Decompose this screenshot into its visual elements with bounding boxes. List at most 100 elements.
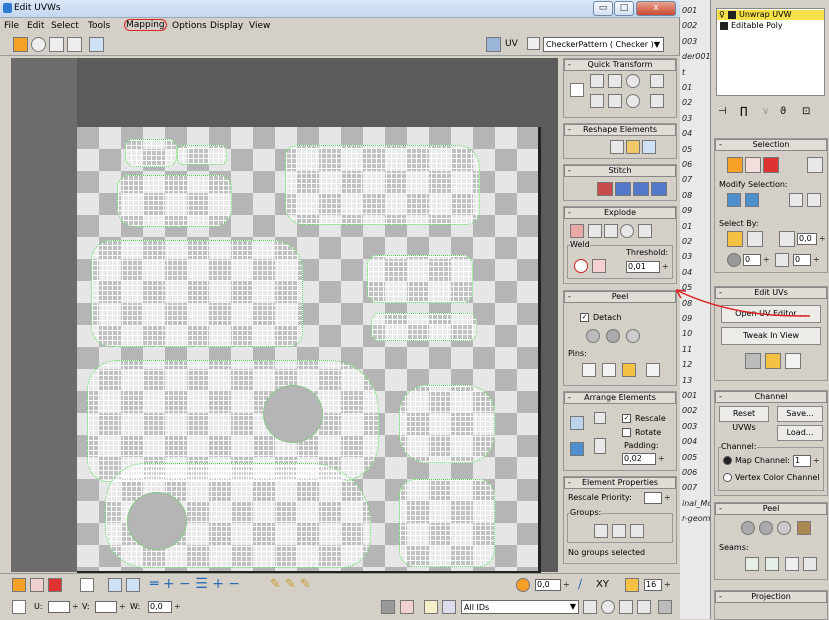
- arrange-elements-header[interactable]: - Arrange Elements: [564, 392, 676, 404]
- freeform-icon[interactable]: [67, 37, 82, 52]
- w-input[interactable]: 0,0: [148, 601, 172, 613]
- scene-list-item[interactable]: 06: [682, 160, 692, 169]
- edge-mode-icon[interactable]: [30, 578, 44, 592]
- spinner-arrows-icon[interactable]: ÷: [174, 602, 181, 611]
- element-mode-icon[interactable]: [80, 578, 94, 592]
- texture-list-icon[interactable]: [527, 37, 540, 50]
- uv-island[interactable]: [117, 175, 232, 227]
- uv-texture-square[interactable]: [77, 127, 541, 573]
- scene-list-item[interactable]: der001: [682, 52, 711, 61]
- select-pins-icon[interactable]: [646, 363, 660, 377]
- smoothing-input[interactable]: 0: [743, 254, 761, 266]
- uv-island[interactable]: [125, 139, 177, 167]
- element-select-icon[interactable]: [807, 157, 823, 173]
- uv-island[interactable]: [367, 255, 473, 303]
- quick-transform-header[interactable]: - Quick Transform: [564, 59, 676, 71]
- spinner-arrows-icon[interactable]: ÷: [763, 255, 770, 264]
- display-quick-planar-icon[interactable]: [785, 353, 801, 369]
- scene-list-item[interactable]: 08: [682, 191, 692, 200]
- planar-angle-icon[interactable]: [779, 231, 795, 247]
- loop-icon[interactable]: [807, 193, 821, 207]
- shrink-selection-icon[interactable]: [745, 193, 759, 207]
- straighten-selection-icon[interactable]: [610, 140, 624, 154]
- channel-header[interactable]: - Channel: [715, 391, 827, 403]
- rotate-icon[interactable]: [31, 37, 46, 52]
- modifier-editable-poly[interactable]: Editable Poly: [717, 21, 824, 31]
- pelt-map-icon[interactable]: [797, 521, 811, 535]
- flatten-icon[interactable]: [604, 224, 618, 238]
- element-properties-header[interactable]: - Element Properties: [564, 477, 676, 489]
- explode-settings-icon[interactable]: [638, 224, 652, 238]
- scene-list-item[interactable]: 12: [682, 360, 692, 369]
- menu-view[interactable]: View: [249, 21, 270, 31]
- quick-planar-map-icon[interactable]: [745, 353, 761, 369]
- lock-icon[interactable]: [381, 600, 395, 614]
- edge-select-icon[interactable]: [745, 157, 761, 173]
- auto-pin-icon[interactable]: [622, 363, 636, 377]
- unpin-icon[interactable]: [602, 363, 616, 377]
- scene-list-item[interactable]: 004: [682, 437, 697, 446]
- peel-side-header[interactable]: - Peel: [715, 503, 827, 515]
- scene-list-item[interactable]: inal_Mo: [682, 499, 712, 508]
- relax-settings-icon[interactable]: [642, 140, 656, 154]
- select-by-edge-icon[interactable]: [747, 231, 763, 247]
- weld-target-icon[interactable]: [574, 259, 588, 273]
- point-to-point-seam-icon[interactable]: [745, 557, 759, 571]
- explode-sphere-icon[interactable]: [620, 224, 634, 238]
- spinner-arrows-icon[interactable]: ÷: [664, 580, 671, 589]
- close-button[interactable]: x: [636, 1, 676, 16]
- align-gizmo-icon[interactable]: [765, 353, 781, 369]
- menu-display[interactable]: Display: [210, 21, 243, 31]
- rotate-plus-icon[interactable]: [626, 74, 640, 88]
- zoom-region-icon[interactable]: [619, 600, 633, 614]
- pin-stack-icon[interactable]: ⊣: [718, 106, 727, 117]
- uv-island[interactable]: [177, 145, 227, 165]
- threshold-input[interactable]: 0,01: [626, 261, 660, 273]
- peel-reset-side-icon[interactable]: [777, 521, 791, 535]
- stitch-average-icon[interactable]: [615, 182, 631, 196]
- stitch-to-target-icon[interactable]: [597, 182, 613, 196]
- peel-header[interactable]: - Peel: [564, 291, 676, 303]
- planar-angle-input[interactable]: 0,0: [797, 233, 817, 245]
- menu-file[interactable]: File: [4, 21, 19, 31]
- uv-island[interactable]: [399, 385, 495, 463]
- projection-header[interactable]: - Projection: [715, 591, 827, 603]
- stitch-settings-icon[interactable]: [651, 182, 667, 196]
- soft-selection-icon[interactable]: [516, 578, 530, 592]
- align-horizontal-icon[interactable]: [590, 74, 604, 88]
- rescale-priority-input[interactable]: [644, 492, 662, 504]
- spinner-arrows-icon[interactable]: ÷: [658, 454, 665, 463]
- ungroup-icon[interactable]: [612, 524, 626, 538]
- space-horizontal-icon[interactable]: [650, 74, 664, 88]
- u-input[interactable]: [48, 601, 70, 613]
- menu-mapping[interactable]: Mapping: [124, 19, 167, 31]
- pin-icon[interactable]: [582, 363, 596, 377]
- hide-icon[interactable]: [400, 600, 414, 614]
- relax-icon[interactable]: [626, 140, 640, 154]
- configure-sets-icon[interactable]: ⊡: [802, 106, 810, 117]
- maximize-button[interactable]: □: [614, 1, 634, 16]
- vertex-mode-icon[interactable]: [12, 578, 26, 592]
- filter-icon[interactable]: [442, 600, 456, 614]
- edit-seams-icon[interactable]: [765, 557, 779, 571]
- detach-edge-icon[interactable]: [588, 224, 602, 238]
- scene-list-item[interactable]: 09: [682, 206, 692, 215]
- show-end-result-icon[interactable]: ∏: [740, 106, 748, 117]
- title-bar[interactable]: Edit UVWs ▭ □ x: [0, 0, 680, 18]
- modifier-unwrap-uvw[interactable]: ♀ Unwrap UVW: [717, 10, 824, 20]
- uv-island[interactable]: [285, 145, 480, 225]
- stitch-header[interactable]: - Stitch: [564, 165, 676, 177]
- spinner-arrows-icon[interactable]: ÷: [813, 456, 820, 465]
- material-input[interactable]: 0: [793, 254, 811, 266]
- map-channel-input[interactable]: 1: [793, 455, 811, 467]
- make-unique-icon[interactable]: ∨: [762, 106, 769, 117]
- scene-list-item[interactable]: 01: [682, 222, 692, 231]
- minimize-button[interactable]: ▭: [593, 1, 613, 16]
- explode-header[interactable]: - Explode: [564, 207, 676, 219]
- stitch-to-source-icon[interactable]: [633, 182, 649, 196]
- scene-list-item[interactable]: 04: [682, 268, 692, 277]
- ids-dropdown[interactable]: All IDs ▼: [461, 600, 579, 614]
- scene-list-item[interactable]: 007: [682, 483, 697, 492]
- scene-list-item[interactable]: 001: [682, 391, 697, 400]
- padding-input[interactable]: 0,02: [622, 453, 656, 465]
